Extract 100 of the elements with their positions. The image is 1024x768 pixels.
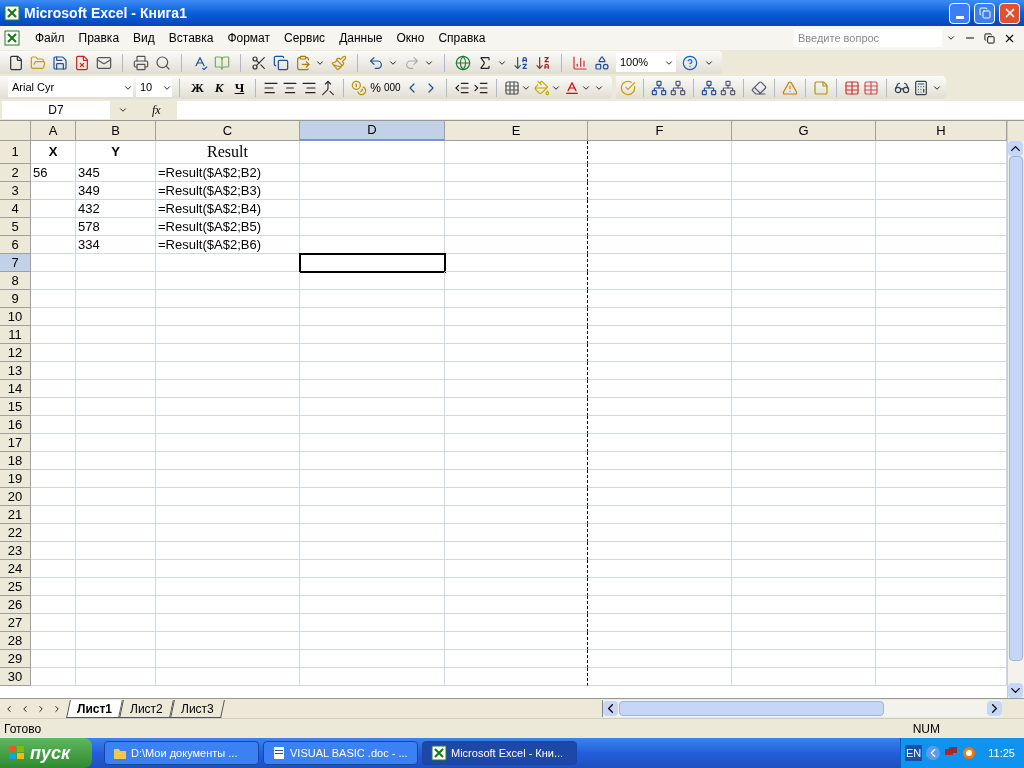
menu-item[interactable]: Сервис: [277, 29, 333, 47]
menu-item[interactable]: Вид: [126, 29, 162, 47]
taskbar-button[interactable]: Microsoft Excel - Кни...: [422, 741, 577, 765]
row-header[interactable]: 29: [0, 650, 31, 668]
row-header[interactable]: 23: [0, 542, 31, 560]
paste-icon[interactable]: [295, 54, 311, 71]
taskbar-button[interactable]: D:\Мои документы ...: [104, 741, 259, 765]
fill-color-icon[interactable]: [533, 79, 550, 96]
next-sheet-icon[interactable]: [36, 703, 46, 714]
sort-ascending-icon[interactable]: [513, 54, 529, 71]
row-header[interactable]: 16: [0, 416, 31, 434]
drawing-icon[interactable]: [594, 54, 610, 71]
row-header[interactable]: 7: [0, 254, 31, 272]
row-header[interactable]: 24: [0, 560, 31, 578]
borders-icon[interactable]: [503, 79, 520, 96]
column-header[interactable]: A: [31, 121, 76, 141]
print-icon[interactable]: [133, 54, 149, 71]
save-icon[interactable]: [52, 54, 68, 71]
print-preview-icon[interactable]: [155, 54, 171, 71]
sheet-tab[interactable]: Лист2: [119, 699, 174, 718]
row-header[interactable]: 19: [0, 470, 31, 488]
undo-icon[interactable]: [368, 54, 384, 71]
autosum-icon[interactable]: [477, 54, 493, 71]
copy-icon[interactable]: [273, 54, 289, 71]
zoom-dropdown[interactable]: 100%: [616, 53, 676, 72]
underline-button[interactable]: Ч: [230, 77, 249, 98]
scroll-thumb[interactable]: [1009, 156, 1023, 661]
row-header[interactable]: 10: [0, 308, 31, 326]
menu-item[interactable]: Правка: [71, 29, 127, 47]
column-header[interactable]: H: [876, 121, 1007, 141]
sheet-tab[interactable]: Лист3: [169, 699, 225, 718]
restore-icon[interactable]: [984, 32, 995, 44]
column-header[interactable]: C: [156, 121, 300, 141]
row-header[interactable]: 5: [0, 218, 31, 236]
row-header[interactable]: 12: [0, 344, 31, 362]
thousands-button[interactable]: 000: [383, 80, 401, 95]
last-sheet-icon[interactable]: [52, 703, 62, 714]
row-header[interactable]: 3: [0, 182, 31, 200]
row-header[interactable]: 15: [0, 398, 31, 416]
menu-item[interactable]: Вставка: [161, 29, 221, 47]
percent-button[interactable]: %: [370, 78, 381, 97]
row-header[interactable]: 11: [0, 326, 31, 344]
hyperlink-icon[interactable]: [455, 54, 471, 71]
restore-button[interactable]: [974, 2, 995, 24]
scroll-right-icon[interactable]: [987, 701, 1002, 716]
column-header[interactable]: F: [588, 121, 732, 141]
row-header[interactable]: 21: [0, 506, 31, 524]
active-cell[interactable]: [300, 254, 445, 272]
dropdown-icon[interactable]: [946, 33, 956, 43]
row-header[interactable]: 6: [0, 236, 31, 254]
insert-function-button[interactable]: fx: [152, 101, 161, 119]
row-header[interactable]: 2: [0, 164, 31, 182]
font-dropdown[interactable]: Arial Cyr: [8, 78, 133, 97]
show-hidden-icons-icon[interactable]: [926, 746, 941, 760]
scroll-left-icon[interactable]: [603, 701, 618, 716]
format-painter-icon[interactable]: [331, 54, 347, 71]
row-header[interactable]: 22: [0, 524, 31, 542]
language-indicator[interactable]: EN: [905, 744, 923, 762]
sheet-tab[interactable]: Лист1: [66, 699, 123, 718]
menu-item[interactable]: Формат: [220, 29, 278, 47]
row-header[interactable]: 14: [0, 380, 31, 398]
row-header[interactable]: 28: [0, 632, 31, 650]
column-header[interactable]: D: [300, 121, 445, 141]
scroll-up-icon[interactable]: [1008, 141, 1023, 156]
error-check-icon[interactable]: [619, 79, 636, 96]
row-header[interactable]: 26: [0, 596, 31, 614]
row-header[interactable]: 30: [0, 668, 31, 686]
column-header[interactable]: B: [76, 121, 156, 141]
ring-icon[interactable]: [962, 746, 977, 760]
email-icon[interactable]: [96, 54, 112, 71]
column-header[interactable]: E: [445, 121, 588, 141]
row-header[interactable]: 25: [0, 578, 31, 596]
row-header[interactable]: 4: [0, 200, 31, 218]
menu-item[interactable]: Данные: [332, 29, 390, 47]
previous-sheet-icon[interactable]: [20, 703, 30, 714]
row-header[interactable]: 13: [0, 362, 31, 380]
name-box-dropdown-icon[interactable]: [118, 105, 128, 115]
minimize-button[interactable]: [949, 2, 970, 24]
italic-button[interactable]: К: [210, 77, 228, 98]
menu-item[interactable]: Справка: [431, 29, 493, 47]
row-header[interactable]: 27: [0, 614, 31, 632]
chart-wizard-icon[interactable]: [572, 54, 588, 71]
scroll-thumb[interactable]: [619, 701, 884, 716]
close-button[interactable]: [999, 2, 1020, 24]
help-icon[interactable]: [682, 54, 698, 71]
row-header[interactable]: 17: [0, 434, 31, 452]
row-header[interactable]: 8: [0, 272, 31, 290]
horizontal-scrollbar[interactable]: [602, 700, 1002, 717]
row-header[interactable]: 18: [0, 452, 31, 470]
menu-item[interactable]: Файл: [28, 29, 72, 47]
vertical-scrollbar[interactable]: [1007, 121, 1024, 698]
column-header[interactable]: G: [732, 121, 876, 141]
font-color-icon[interactable]: [563, 79, 580, 96]
spelling-icon[interactable]: [192, 54, 208, 71]
name-box[interactable]: D7: [2, 101, 110, 119]
taskbar-button[interactable]: VISUAL BASIC .doc - ...: [263, 741, 418, 765]
row-header[interactable]: 9: [0, 290, 31, 308]
row-header[interactable]: 1: [0, 141, 31, 164]
row-header[interactable]: 20: [0, 488, 31, 506]
font-size-dropdown[interactable]: 10: [136, 78, 172, 97]
